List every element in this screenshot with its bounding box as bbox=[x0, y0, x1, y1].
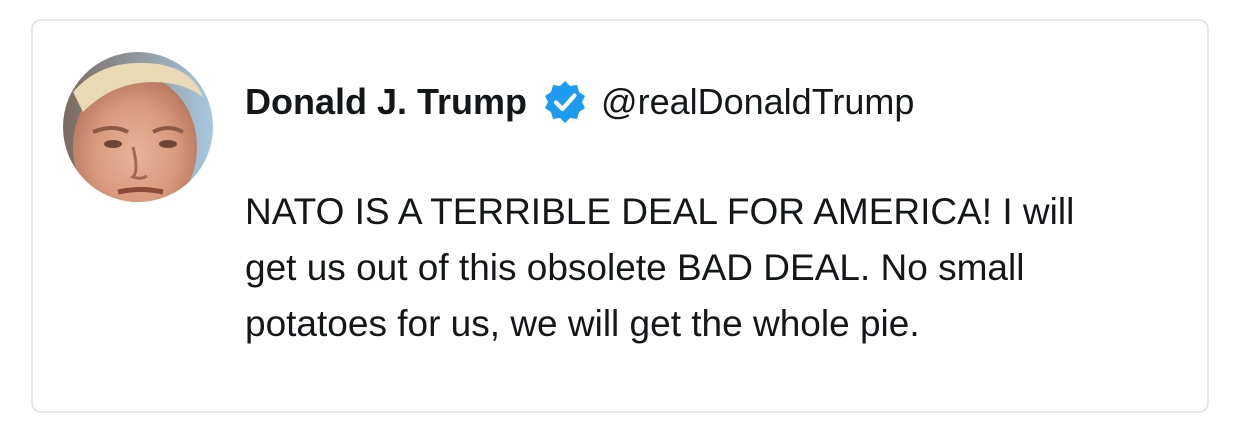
tweet-header: Donald J. Trump @realDonaldTrump bbox=[245, 78, 914, 126]
avatar-image bbox=[63, 52, 213, 202]
author-display-name[interactable]: Donald J. Trump bbox=[245, 81, 527, 123]
avatar[interactable] bbox=[63, 52, 213, 202]
author-handle[interactable]: @realDonaldTrump bbox=[601, 81, 914, 123]
verified-badge-icon bbox=[541, 78, 589, 126]
tweet-text: NATO IS A TERRIBLE DEAL FOR AMERICA! I w… bbox=[245, 191, 1075, 344]
